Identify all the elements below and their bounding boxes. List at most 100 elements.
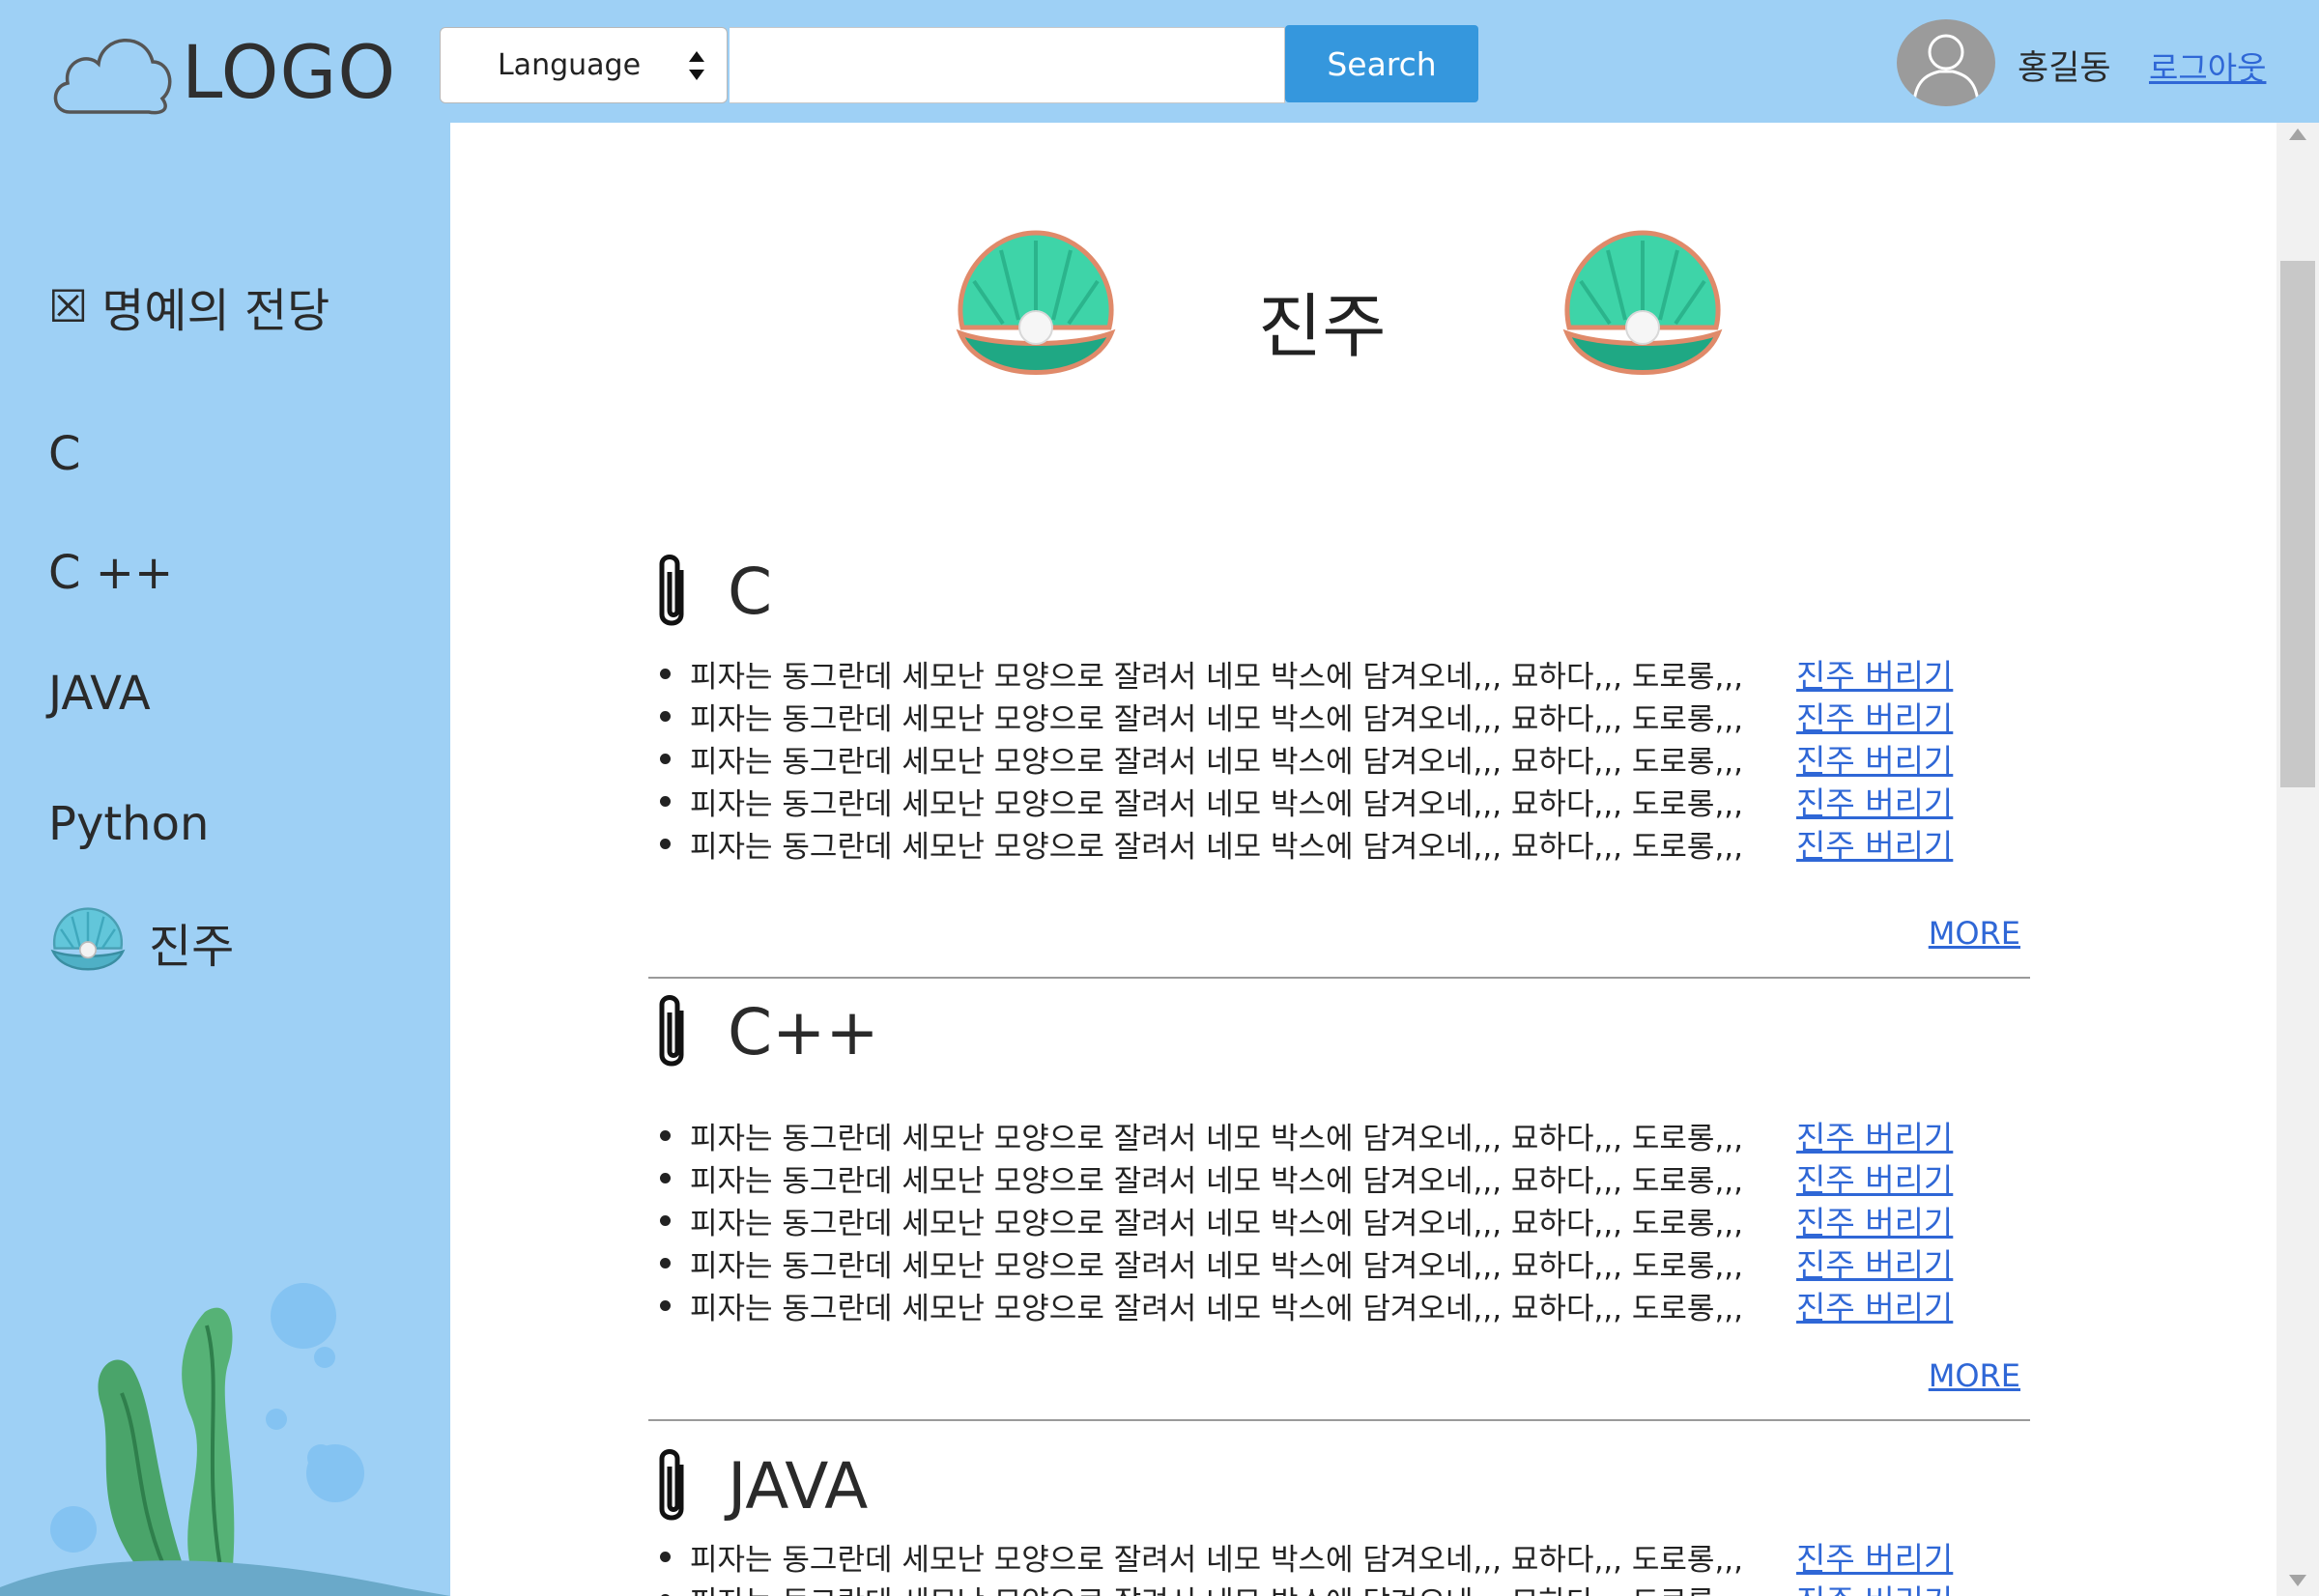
sidebar-item-cpp[interactable]: C ++ <box>48 546 173 600</box>
bullet <box>660 1257 671 1268</box>
section-java: JAVA 피자는 동그란데 세모난 모양으로 잘려서 네모 박스에 담겨오네,,… <box>648 1442 2030 1596</box>
discard-pearl-link[interactable]: 진주 버리기 <box>1796 650 1953 697</box>
sidebar-item-label: Python <box>48 797 210 851</box>
item-text: 피자는 동그란데 세모난 모양으로 잘려서 네모 박스에 담겨오네,,, 묘하다… <box>690 1206 1744 1241</box>
bullet <box>660 1551 671 1562</box>
sidebar-item-python[interactable]: Python <box>48 797 209 851</box>
section-title: C++ <box>728 994 879 1069</box>
logo-text: LOGO <box>182 28 397 115</box>
item-text: 피자는 동그란데 세모난 모양으로 잘려서 네모 박스에 담겨오네,,, 묘하다… <box>690 1578 1796 1596</box>
page-title: 진주 <box>1258 286 1387 367</box>
seaweed-decoration <box>0 1283 450 1596</box>
more-link[interactable]: MORE <box>1929 1357 2020 1394</box>
list-item: 피자는 동그란데 세모난 모양으로 잘려서 네모 박스에 담겨오네,,, 묘하다… <box>648 652 2030 695</box>
pearl-shell-icon <box>956 230 1116 375</box>
bullet <box>660 1129 671 1141</box>
divider <box>648 1419 2030 1421</box>
discard-pearl-link[interactable]: 진주 버리기 <box>1796 1282 1953 1328</box>
ballot-x-icon: ☒ <box>48 280 89 332</box>
discard-pearl-link[interactable]: 진주 버리기 <box>1796 735 1953 782</box>
paperclip-icon <box>659 995 684 1067</box>
item-text: 피자는 동그란데 세모난 모양으로 잘려서 네모 박스에 담겨오네,,, 묘하다… <box>690 1291 1744 1326</box>
divider <box>648 977 2030 979</box>
discard-pearl-link[interactable]: 진주 버리기 <box>1796 1112 1953 1158</box>
list-item: 피자는 동그란데 세모난 모양으로 잘려서 네모 박스에 담겨오네,,, 묘하다… <box>648 822 2030 865</box>
scrollbar[interactable] <box>2276 123 2319 1596</box>
list-item: 피자는 동그란데 세모난 모양으로 잘려서 네모 박스에 담겨오네,,, 묘하다… <box>648 1156 2030 1199</box>
username: 홍길동 <box>2018 49 2111 88</box>
sidebar-item-hall-of-fame[interactable]: ☒ 명예의 전당 <box>48 272 329 340</box>
logout-link[interactable]: 로그아웃 <box>2149 43 2266 89</box>
logo[interactable]: LOGO <box>48 23 396 120</box>
section-header: C <box>648 548 2030 635</box>
select-arrows-icon <box>689 51 704 80</box>
sidebar-item-pearl[interactable]: 진주 <box>48 902 234 982</box>
item-text: 피자는 동그란데 세모난 모양으로 잘려서 네모 박스에 담겨오네,,, 묘하다… <box>690 829 1744 865</box>
discard-pearl-link[interactable]: 진주 버리기 <box>1796 1576 1953 1596</box>
bullet <box>660 668 671 679</box>
sidebar-item-java[interactable]: JAVA <box>48 667 151 721</box>
item-text: 피자는 동그란데 세모난 모양으로 잘려서 네모 박스에 담겨오네,,, 묘하다… <box>690 659 1744 695</box>
pearl-shell-icon <box>1562 230 1723 375</box>
list-item: 피자는 동그란데 세모난 모양으로 잘려서 네모 박스에 담겨오네,,, 묘하다… <box>648 1114 2030 1156</box>
list-item: 피자는 동그란데 세모난 모양으로 잘려서 네모 박스에 담겨오네,,, 묘하다… <box>648 1535 2030 1578</box>
top-bar: LOGO Language Search 홍길동 로그아웃 <box>0 0 2319 123</box>
item-text: 피자는 동그란데 세모난 모양으로 잘려서 네모 박스에 담겨오네,,, 묘하다… <box>690 1121 1744 1156</box>
discard-pearl-link[interactable]: 진주 버리기 <box>1796 1154 1953 1201</box>
paperclip-icon <box>659 555 684 626</box>
item-text: 피자는 동그란데 세모난 모양으로 잘려서 네모 박스에 담겨오네,,, 묘하다… <box>690 786 1744 822</box>
bullet <box>660 753 671 764</box>
list-item: 피자는 동그란데 세모난 모양으로 잘려서 네모 박스에 담겨오네,,, 묘하다… <box>648 1241 2030 1284</box>
search-button[interactable]: Search <box>1285 25 1478 102</box>
item-text: 피자는 동그란데 세모난 모양으로 잘려서 네모 박스에 담겨오네,,, 묘하다… <box>690 701 1744 737</box>
bullet <box>660 1299 671 1311</box>
pearl-shell-icon <box>50 907 126 971</box>
scroll-down-arrow-icon[interactable] <box>2289 1575 2306 1586</box>
list-item: 피자는 동그란데 세모난 모양으로 잘려서 네모 박스에 담겨오네,,, 묘하다… <box>648 780 2030 822</box>
item-text: 피자는 동그란데 세모난 모양으로 잘려서 네모 박스에 담겨오네,,, 묘하다… <box>690 744 1744 780</box>
avatar[interactable] <box>1897 19 1995 106</box>
bullet <box>660 1214 671 1226</box>
discard-pearl-link[interactable]: 진주 버리기 <box>1796 1197 1953 1243</box>
paperclip-icon <box>659 1449 684 1521</box>
sidebar-item-c[interactable]: C <box>48 427 81 481</box>
item-text: 피자는 동그란데 세모난 모양으로 잘려서 네모 박스에 담겨오네,,, 묘하다… <box>690 1542 1744 1578</box>
section-header: JAVA <box>648 1442 2030 1529</box>
discard-pearl-link[interactable]: 진주 버리기 <box>1796 820 1953 867</box>
section-title: JAVA <box>728 1448 869 1524</box>
sidebar-item-label: C <box>48 427 81 481</box>
bullet <box>660 838 671 849</box>
page-header: 진주 <box>450 219 2276 413</box>
item-text: 피자는 동그란데 세모난 모양으로 잘려서 네모 박스에 담겨오네,,, 묘하다… <box>690 1248 1744 1284</box>
scrollbar-thumb[interactable] <box>2280 261 2315 787</box>
main-content: 진주 C 피자는 동그란데 세모난 모양으로 잘려서 네모 박스에 담겨오네,,… <box>450 123 2276 1596</box>
cloud-icon <box>53 38 172 115</box>
scroll-up-arrow-icon[interactable] <box>2289 128 2306 140</box>
search-input[interactable] <box>730 27 1285 103</box>
bullet <box>660 710 671 722</box>
language-select[interactable]: Language <box>440 27 728 103</box>
discard-pearl-link[interactable]: 진주 버리기 <box>1796 1240 1953 1286</box>
item-text: 피자는 동그란데 세모난 모양으로 잘려서 네모 박스에 담겨오네,,, 묘하다… <box>690 1163 1744 1199</box>
list-item: 피자는 동그란데 세모난 모양으로 잘려서 네모 박스에 담겨오네,,, 묘하다… <box>648 1578 2030 1596</box>
discard-pearl-link[interactable]: 진주 버리기 <box>1796 1533 1953 1580</box>
bullet <box>660 1172 671 1183</box>
sidebar-item-label: 진주 <box>149 920 235 974</box>
sidebar: ☒ 명예의 전당 C C ++ JAVA Python 진주 <box>0 123 450 1596</box>
sidebar-item-label: 명예의 전당 <box>101 284 330 338</box>
bullet <box>660 795 671 807</box>
list-item: 피자는 동그란데 세모난 모양으로 잘려서 네모 박스에 담겨오네,,, 묘하다… <box>648 1284 2030 1326</box>
list-item: 피자는 동그란데 세모난 모양으로 잘려서 네모 박스에 담겨오네,,, 묘하다… <box>648 695 2030 737</box>
section-title: C <box>728 554 773 629</box>
item-list: 피자는 동그란데 세모난 모양으로 잘려서 네모 박스에 담겨오네,,, 묘하다… <box>648 1535 2030 1596</box>
section-header: C++ <box>648 988 2030 1075</box>
item-list: 피자는 동그란데 세모난 모양으로 잘려서 네모 박스에 담겨오네,,, 묘하다… <box>648 652 2030 865</box>
item-list: 피자는 동그란데 세모난 모양으로 잘려서 네모 박스에 담겨오네,,, 묘하다… <box>648 1114 2030 1326</box>
more-link[interactable]: MORE <box>1929 915 2020 952</box>
discard-pearl-link[interactable]: 진주 버리기 <box>1796 778 1953 824</box>
list-item: 피자는 동그란데 세모난 모양으로 잘려서 네모 박스에 담겨오네,,, 묘하다… <box>648 737 2030 780</box>
sidebar-item-label: JAVA <box>48 667 151 721</box>
user-icon <box>1912 34 1980 103</box>
discard-pearl-link[interactable]: 진주 버리기 <box>1796 693 1953 739</box>
language-select-label: Language <box>497 48 642 82</box>
